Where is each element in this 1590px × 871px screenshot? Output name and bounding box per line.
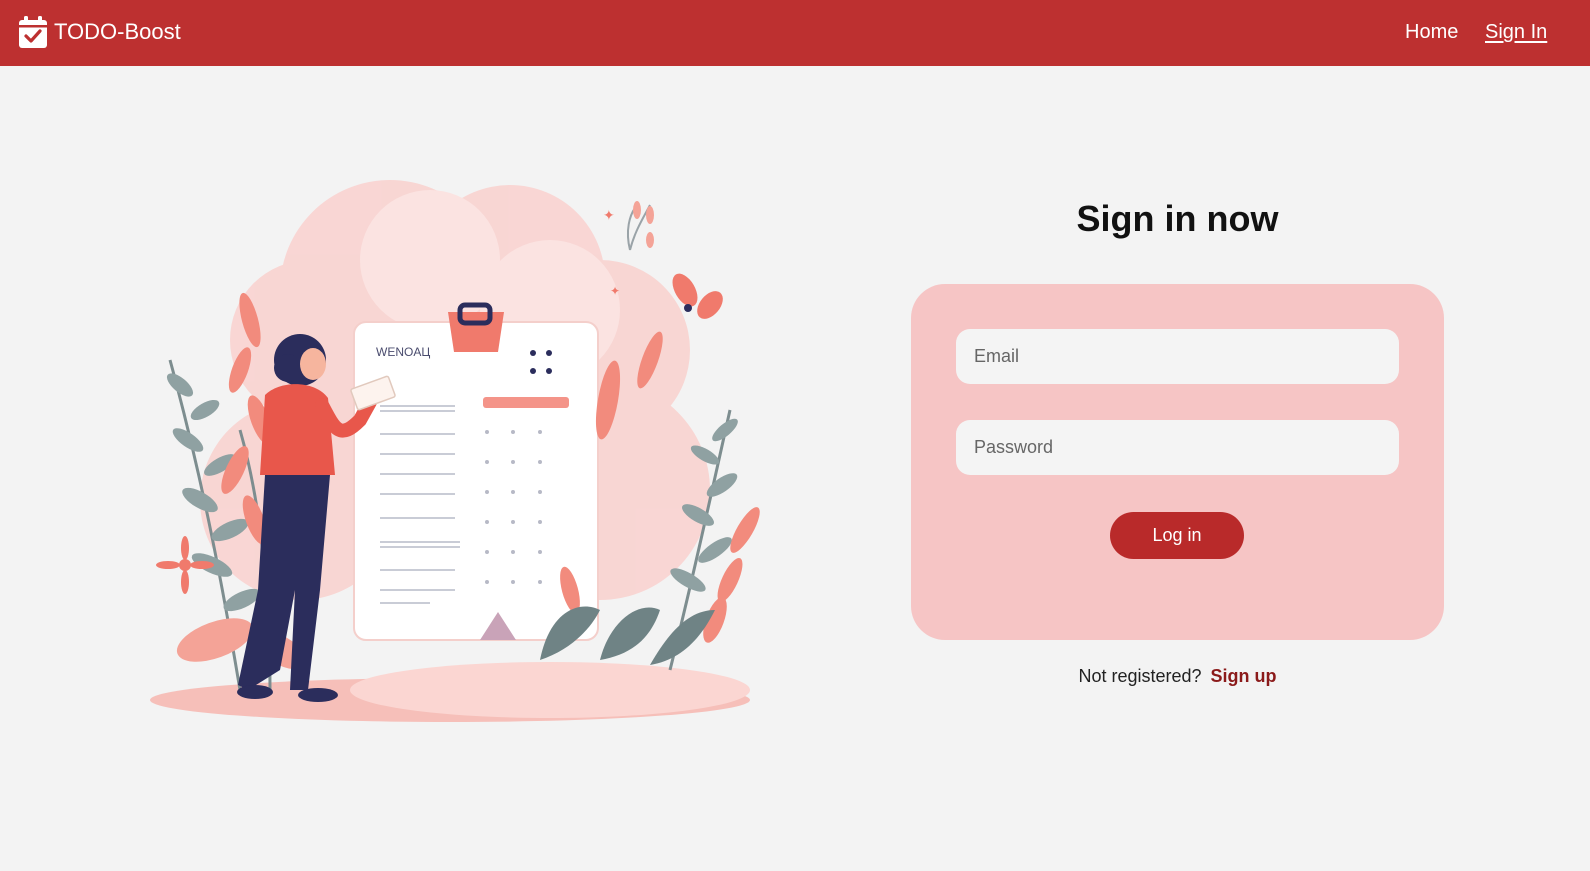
- login-button[interactable]: Log in: [1110, 512, 1244, 559]
- signup-link[interactable]: Sign up: [1211, 666, 1277, 686]
- board-label: WENOAЦ: [376, 345, 430, 359]
- nav-home-link[interactable]: Home: [1405, 21, 1458, 44]
- email-input[interactable]: [956, 329, 1399, 384]
- svg-text:✦: ✦: [603, 208, 615, 224]
- signup-row: Not registered? Sign up: [911, 666, 1444, 687]
- page-title: Sign in now: [1076, 198, 1279, 239]
- brand-name: TODO-Boost: [54, 19, 181, 44]
- navbar: TODO-Boost Home Sign In: [0, 0, 1590, 66]
- login-card: Log in: [911, 284, 1444, 640]
- hero-illustration: WENOAЦ ✦ ✦: [130, 170, 770, 730]
- calendar-check-icon: [18, 15, 48, 49]
- password-input[interactable]: [956, 420, 1399, 475]
- svg-text:✦: ✦: [610, 284, 620, 298]
- nav-signin-link[interactable]: Sign In: [1485, 21, 1547, 44]
- signup-prompt: Not registered?: [1078, 666, 1202, 686]
- brand-link[interactable]: TODO-Boost: [18, 15, 181, 49]
